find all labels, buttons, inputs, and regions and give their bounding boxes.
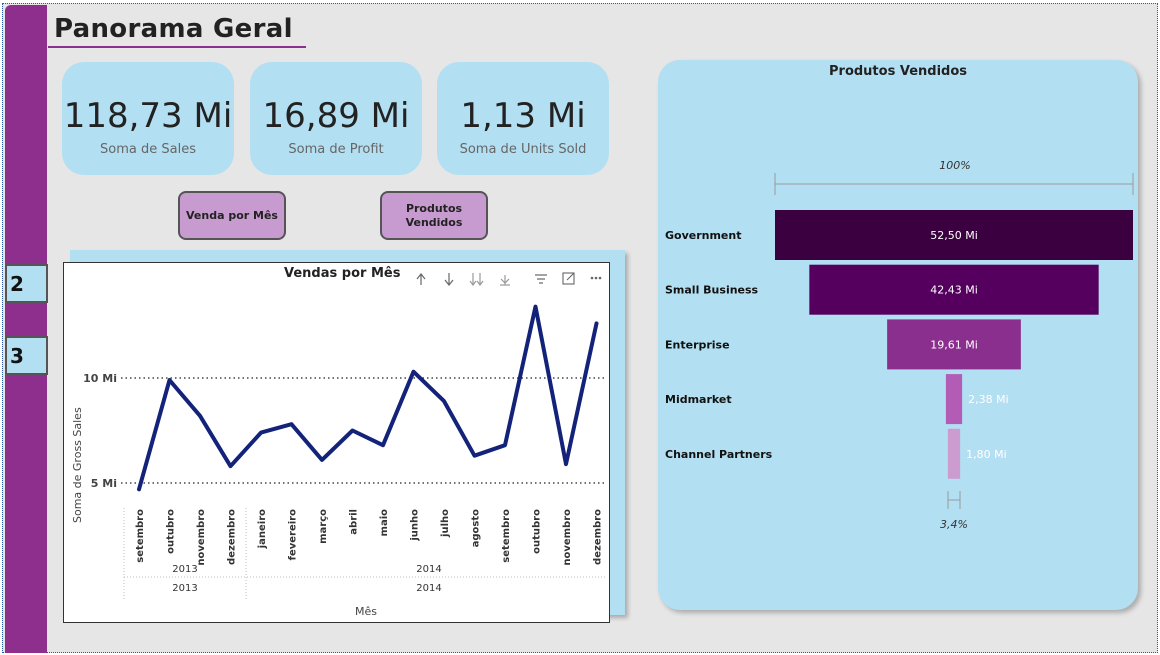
series-line	[137, 304, 599, 492]
x-tick-label: julho	[440, 509, 451, 538]
x-tick-label: dezembro	[227, 509, 238, 565]
x-tick-label: junho	[410, 509, 421, 542]
venda-por-mes-button[interactable]: Venda por Mês	[178, 191, 286, 240]
funnel-top-label: 100%	[939, 159, 970, 172]
kpi-value: 16,89 Mi	[262, 96, 410, 136]
year-label: 2014	[416, 564, 441, 575]
page-tab-3[interactable]: 3	[5, 336, 48, 375]
x-tick-label: setembro	[135, 509, 146, 563]
fork-icon[interactable]	[500, 275, 510, 286]
year-label: 2013	[172, 583, 197, 594]
x-tick-label: agosto	[471, 509, 482, 548]
x-tick-label: abril	[349, 509, 360, 535]
funnel-value-label: 42,43 Mi	[930, 284, 978, 297]
kpi-card-sales: 118,73 Mi Soma de Sales	[62, 62, 234, 175]
sidebar	[5, 5, 47, 653]
x-tick-label: outubro	[532, 509, 543, 554]
line-chart: 10 Mi 5 Mi Soma de Gross Sales setembro ou…	[71, 272, 606, 618]
year-label: 2014	[416, 583, 441, 594]
title-underline	[48, 46, 306, 48]
funnel-bar[interactable]	[947, 428, 961, 479]
x-tick-label: setembro	[501, 509, 512, 563]
arrow-up-icon[interactable]	[416, 273, 426, 285]
kpi-card-profit: 16,89 Mi Soma de Profit	[250, 62, 422, 175]
x-tick-label: dezembro	[593, 509, 604, 565]
funnel-value-label: 1,80 Mi	[966, 448, 1007, 461]
kpi-label: Soma de Profit	[288, 142, 384, 157]
funnel-chart: 100% Government 52,50 Mi Small Business 42,…	[665, 159, 1134, 531]
kpi-value: 118,73 Mi	[63, 96, 233, 136]
page-title: Panorama Geral	[54, 14, 293, 44]
x-tick-label: novembro	[196, 509, 207, 566]
x-tick-label: março	[318, 509, 329, 544]
funnel-category-label: Small Business	[665, 284, 759, 297]
funnel-value-label: 52,50 Mi	[930, 229, 978, 242]
y-tick-label: 10 Mi	[83, 372, 117, 385]
funnel-bar[interactable]	[945, 374, 963, 425]
funnel-value-label: 19,61 Mi	[930, 338, 978, 351]
funnel-top-bracket	[774, 173, 1134, 195]
funnel-chart-card: Produtos Vendidos 100% Government 52,50 M…	[658, 60, 1138, 610]
line-chart-card: Vendas por Mês 10 Mi 5 Mi Soma de Gross …	[63, 262, 610, 623]
funnel-value-label: 2,38 Mi	[968, 393, 1009, 406]
y-axis-title: Soma de Gross Sales	[71, 407, 84, 523]
funnel-category-label: Government	[665, 229, 741, 242]
filter-icon[interactable]	[535, 274, 547, 284]
x-tick-label: outubro	[166, 509, 177, 554]
x-tick-label: janeiro	[257, 509, 268, 549]
x-axis-title: Mês	[355, 605, 377, 618]
funnel-bottom-label: 3,4%	[940, 518, 968, 531]
double-arrow-down-icon[interactable]	[469, 273, 484, 286]
funnel-category-label: Midmarket	[665, 393, 732, 406]
funnel-category-label: Enterprise	[665, 338, 730, 351]
page-tab-2[interactable]: 2	[5, 264, 48, 303]
kpi-card-units: 1,13 Mi Soma de Units Sold	[437, 62, 609, 175]
year-label: 2013	[172, 564, 197, 575]
more-icon[interactable]	[590, 276, 602, 280]
produtos-vendidos-button[interactable]: Produtos Vendidos	[380, 191, 488, 240]
focus-icon[interactable]	[562, 272, 575, 285]
x-tick-label: maio	[379, 509, 390, 537]
kpi-value: 1,13 Mi	[460, 96, 586, 136]
x-tick-label: novembro	[562, 509, 573, 566]
x-tick-label: fevereiro	[288, 509, 299, 561]
kpi-label: Soma de Sales	[100, 142, 196, 157]
funnel-bottom-bracket	[947, 491, 961, 509]
funnel-category-label: Channel Partners	[665, 448, 773, 461]
arrow-down-icon[interactable]	[444, 273, 454, 286]
y-tick-label: 5 Mi	[91, 477, 117, 490]
kpi-label: Soma de Units Sold	[459, 142, 587, 157]
